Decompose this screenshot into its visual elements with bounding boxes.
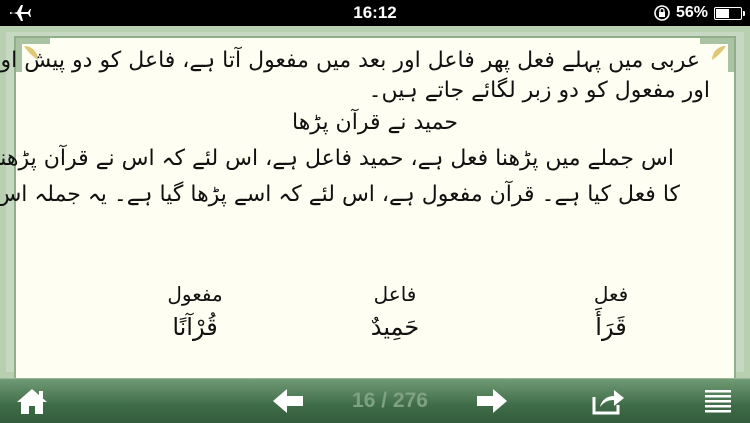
battery-percent: 56% xyxy=(675,4,708,21)
menu-icon xyxy=(705,390,731,413)
share-button[interactable] xyxy=(590,385,626,417)
status-right: 56% xyxy=(654,3,745,23)
battery-fill xyxy=(716,8,730,18)
status-bar: 16:12 56% xyxy=(0,0,750,26)
forward-arrow-icon xyxy=(477,389,507,413)
text-line: عربی میں پہلے فعل پھر فاعل اور بعد میں م… xyxy=(0,48,700,73)
home-icon xyxy=(17,389,47,414)
status-time: 16:12 xyxy=(353,3,397,22)
text-line: اور مفعول کو دو زبر لگائے جاتے ہیں۔ xyxy=(368,78,710,103)
table-header: فعل xyxy=(593,282,629,306)
rotation-lock-icon xyxy=(654,5,670,21)
share-icon xyxy=(592,390,624,415)
table-word: حَمِيدٌ xyxy=(370,313,420,341)
home-button[interactable] xyxy=(14,385,50,417)
example-sentence: حمید نے قرآن پڑھا xyxy=(292,110,458,135)
back-arrow-icon xyxy=(273,389,303,413)
table-word: قَرَأَ xyxy=(595,313,627,341)
menu-button[interactable] xyxy=(700,385,736,417)
table-word: قُرْآنًا xyxy=(172,313,218,341)
page-text: عربی میں پہلے فعل پھر فاعل اور بعد میں م… xyxy=(0,46,710,210)
grammar-table: فعل قَرَأَ فاعل حَمِيدٌ مفعول قُرْآنًا xyxy=(0,282,750,362)
table-column-object: مفعول قُرْآنًا xyxy=(150,282,240,344)
previous-page-button[interactable] xyxy=(270,385,306,417)
text-line: اس جملے میں پڑھنا فعل ہے، حمید فاعل ہے، … xyxy=(0,146,674,171)
text-line: کا فعل کیا ہے۔ قرآن مفعول ہے، اس لئے کہ … xyxy=(0,182,680,207)
bottom-toolbar: 16 / 276 xyxy=(0,378,750,423)
table-header: فاعل xyxy=(373,282,417,306)
battery-icon xyxy=(714,6,745,20)
page-indicator: 16 / 276 xyxy=(352,389,428,412)
next-page-button[interactable] xyxy=(474,385,510,417)
table-header: مفعول xyxy=(167,282,223,306)
book-page: عربی میں پہلے فعل پھر فاعل اور بعد میں م… xyxy=(0,26,750,378)
table-column-verb: فعل قَرَأَ xyxy=(566,282,656,344)
table-column-subject: فاعل حَمِيدٌ xyxy=(350,282,440,344)
